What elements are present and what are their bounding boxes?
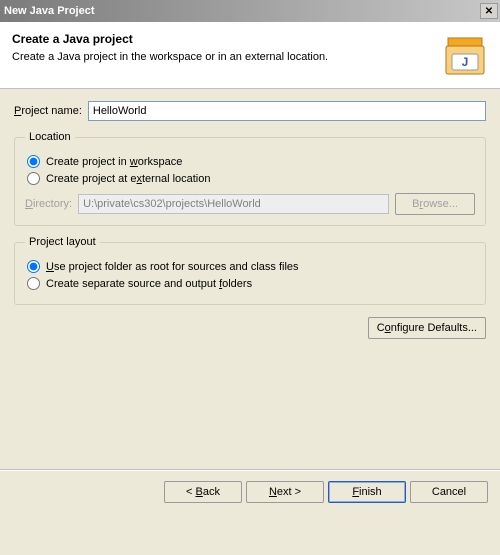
header-description: Create a Java project in the workspace o… xyxy=(12,51,434,63)
location-workspace-row: Create project in workspace xyxy=(25,155,475,168)
layout-separate-label: Create separate source and output folder… xyxy=(46,278,252,290)
project-layout-legend: Project layout xyxy=(25,236,100,248)
configure-defaults-button[interactable]: Configure Defaults... xyxy=(368,317,486,339)
close-icon: ✕ xyxy=(485,6,493,17)
location-group: Location Create project in workspace Cre… xyxy=(14,131,486,226)
header-title: Create a Java project xyxy=(12,32,434,46)
svg-text:J: J xyxy=(462,55,469,69)
title-bar: New Java Project ✕ xyxy=(0,0,500,22)
directory-row: Directory: Browse... xyxy=(25,193,475,215)
layout-separate-radio[interactable] xyxy=(27,277,40,290)
window-title: New Java Project xyxy=(4,5,95,17)
directory-input xyxy=(78,194,389,214)
next-button[interactable]: Next > xyxy=(246,481,324,503)
layout-root-label: Use project folder as root for sources a… xyxy=(46,261,299,273)
finish-button[interactable]: Finish xyxy=(328,481,406,503)
cancel-button[interactable]: Cancel xyxy=(410,481,488,503)
project-layout-group: Project layout Use project folder as roo… xyxy=(14,236,486,305)
project-name-input[interactable] xyxy=(88,101,486,121)
location-legend: Location xyxy=(25,131,75,143)
location-external-radio[interactable] xyxy=(27,172,40,185)
project-name-row: Project name: xyxy=(14,101,486,121)
layout-root-row: Use project folder as root for sources a… xyxy=(25,260,475,273)
location-workspace-label: Create project in workspace xyxy=(46,156,182,168)
configure-row: Configure Defaults... xyxy=(0,315,500,339)
location-external-row: Create project at external location xyxy=(25,172,475,185)
wizard-footer: < Back Next > Finish Cancel xyxy=(0,471,500,513)
layout-root-radio[interactable] xyxy=(27,260,40,273)
location-external-label: Create project at external location xyxy=(46,173,211,185)
back-button[interactable]: < Back xyxy=(164,481,242,503)
header-text: Create a Java project Create a Java proj… xyxy=(12,32,434,63)
wizard-content: Project name: Location Create project in… xyxy=(0,89,500,305)
java-project-icon: J xyxy=(442,32,488,78)
wizard-header: Create a Java project Create a Java proj… xyxy=(0,22,500,89)
close-button[interactable]: ✕ xyxy=(480,3,498,19)
browse-button: Browse... xyxy=(395,193,475,215)
location-workspace-radio[interactable] xyxy=(27,155,40,168)
project-name-label: Project name: xyxy=(14,105,82,117)
directory-label: Directory: xyxy=(25,198,72,210)
layout-separate-row: Create separate source and output folder… xyxy=(25,277,475,290)
